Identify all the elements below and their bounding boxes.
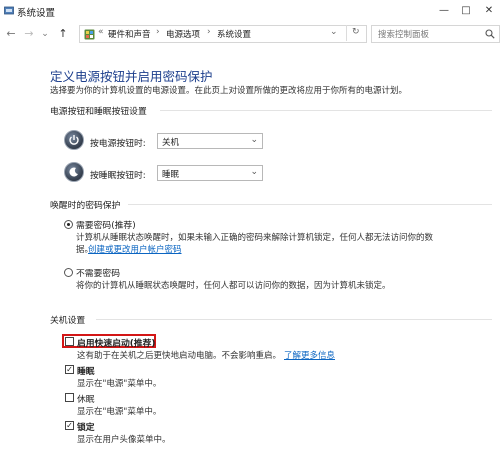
page-title: 定义电源按钮并启用密码保护 [50, 69, 213, 84]
section-divider [160, 110, 492, 111]
section-title-wakeup: 唤醒时的密码保护 [50, 201, 121, 211]
require-password-label[interactable]: 需要密码(推荐) [76, 218, 136, 231]
chevron-down-icon: ⌄ [250, 167, 258, 177]
sleep-option-label[interactable]: 睡眠 [77, 364, 95, 377]
bottom-edge [0, 450, 500, 458]
learn-more-link[interactable]: 了解更多信息 [284, 349, 335, 361]
search-input[interactable]: 搜索控制面板 [378, 28, 429, 40]
power-button-select[interactable]: 关机 ⌄ [157, 133, 263, 149]
maximize-button[interactable]: □ [459, 4, 473, 18]
no-password-description: 将你的计算机从睡眠状态唤醒时，任何人都可以访问你的数据，因为计算机未锁定。 [76, 281, 391, 291]
power-button-value: 关机 [162, 138, 180, 148]
breadcrumb-power-options[interactable]: 电源选项 [166, 28, 200, 40]
sleep-button-icon [64, 162, 84, 182]
refresh-icon[interactable]: ↻ [352, 27, 360, 37]
window-title: 系统设置 [17, 8, 56, 19]
power-button-icon [64, 130, 84, 150]
breadcrumb-separator: › [156, 27, 160, 37]
sleep-checkbox[interactable]: ✓ [65, 365, 74, 374]
lock-option-label[interactable]: 锁定 [77, 420, 95, 433]
up-arrow-icon[interactable]: ↑ [56, 27, 70, 41]
lock-option-description: 显示在用户头像菜单中。 [77, 435, 171, 445]
change-password-link[interactable]: 创建或更改用户帐户密码 [88, 243, 182, 255]
address-bar[interactable]: « 硬件和声音 › 电源选项 › 系统设置 ⌄ ↻ [79, 25, 367, 43]
settings-window-icon [4, 6, 14, 16]
sleep-button-select[interactable]: 睡眠 ⌄ [157, 165, 263, 181]
fast-startup-checkbox[interactable] [65, 337, 74, 346]
breadcrumb-overflow[interactable]: « [98, 27, 104, 37]
chevron-down-icon: ⌄ [250, 135, 258, 145]
fast-startup-description: 这有助于在关机之后更快地启动电脑。不会影响重启。 [77, 351, 282, 361]
close-button[interactable]: ✕ [482, 4, 496, 18]
address-divider [346, 25, 347, 41]
recent-chevron-icon[interactable]: ⌄ [38, 27, 52, 41]
require-password-description: 计算机从睡眠状态唤醒时，如果未输入正确的密码来解除计算机锁定，任何人都无法访问你… [76, 233, 434, 243]
no-password-label[interactable]: 不需要密码 [76, 266, 120, 279]
no-password-radio[interactable] [64, 268, 73, 277]
control-panel-icon [84, 29, 95, 40]
title-bar [0, 0, 500, 22]
hibernate-option-description: 显示在"电源"菜单中。 [77, 407, 162, 417]
address-dropdown-icon[interactable]: ⌄ [330, 27, 338, 37]
forward-arrow-icon[interactable]: → [22, 27, 36, 41]
search-icon[interactable] [485, 29, 495, 39]
back-arrow-icon[interactable]: ← [4, 27, 18, 41]
require-password-radio[interactable] [64, 220, 73, 229]
hibernate-option-label[interactable]: 休眠 [77, 392, 95, 405]
breadcrumb-separator: › [207, 27, 211, 37]
power-button-label: 按电源按钮时: [90, 139, 146, 149]
section-divider [96, 319, 492, 320]
breadcrumb-system-settings[interactable]: 系统设置 [217, 28, 251, 40]
search-box[interactable]: 搜索控制面板 [371, 25, 500, 43]
minimize-button[interactable]: — [437, 4, 451, 18]
sleep-button-label: 按睡眠按钮时: [90, 171, 146, 181]
breadcrumb-hardware-sound[interactable]: 硬件和声音 [108, 28, 151, 40]
section-divider [128, 204, 492, 205]
sleep-option-description: 显示在"电源"菜单中。 [77, 379, 162, 389]
lock-checkbox[interactable]: ✓ [65, 421, 74, 430]
section-title-shutdown: 关机设置 [50, 316, 86, 326]
fast-startup-label[interactable]: 启用快速启动(推荐) [77, 336, 155, 349]
hibernate-checkbox[interactable] [65, 393, 74, 402]
section-title-buttons: 电源按钮和睡眠按钮设置 [50, 107, 147, 117]
sleep-button-value: 睡眠 [162, 170, 180, 180]
page-description: 选择要为你的计算机设置的电源设置。在此页上对设置所做的更改将应用于你所有的电源计… [50, 86, 408, 96]
